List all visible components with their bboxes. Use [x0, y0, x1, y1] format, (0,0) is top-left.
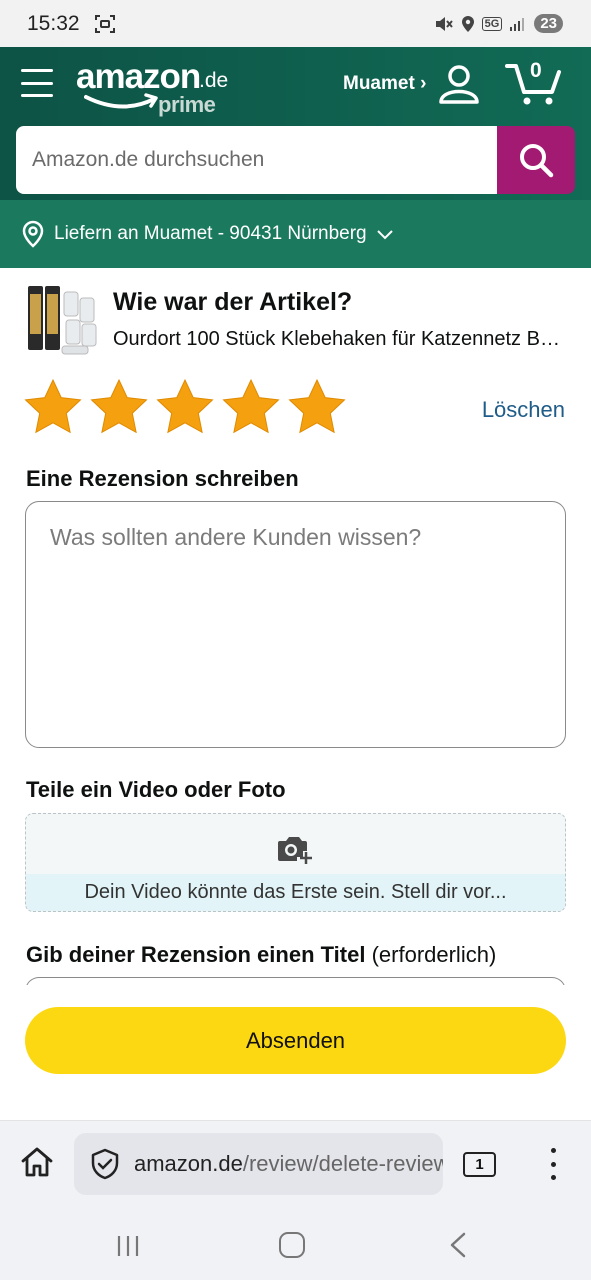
screenshot-icon: [94, 14, 115, 33]
review-placeholder: Was sollten andere Kunden wissen?: [50, 524, 422, 550]
add-photo-icon: [278, 837, 312, 864]
recent-apps-icon[interactable]: [116, 1234, 140, 1258]
status-time: 15:32: [27, 11, 80, 35]
clear-rating-link[interactable]: Löschen: [482, 397, 565, 423]
logo-tld: .de: [199, 69, 229, 92]
review-heading: Eine Rezension schreiben: [26, 466, 299, 491]
review-textarea[interactable]: Was sollten andere Kunden wissen?: [25, 501, 566, 748]
system-nav-bar: [0, 1210, 591, 1280]
site-header: amazon .de prime Muamet › 0: [0, 47, 591, 200]
chevron-down-icon: [376, 230, 393, 240]
account-label: Muamet ›: [343, 73, 427, 94]
title-required-note: (erforderlich): [371, 942, 497, 967]
more-options-icon[interactable]: [545, 1148, 561, 1180]
media-upload-area[interactable]: Dein Video könnte das Erste sein. Stell …: [25, 813, 566, 912]
title-heading-text: Gib deiner Rezension einen Titel: [26, 942, 366, 967]
delivery-text: Liefern an Muamet - 90431 Nürnberg: [54, 223, 367, 244]
url-text: amazon.de/review/delete-review: [134, 1151, 443, 1177]
cart-button[interactable]: 0: [505, 59, 565, 106]
battery-level: 23: [534, 14, 563, 33]
review-question: Wie war der Artikel?: [113, 288, 353, 316]
star-rating: [24, 378, 346, 436]
star-4-icon[interactable]: [222, 378, 280, 436]
account-link[interactable]: Muamet ›: [343, 73, 426, 95]
product-image: [28, 286, 97, 355]
search-button[interactable]: [497, 126, 575, 194]
cart-count: 0: [530, 59, 542, 82]
media-heading: Teile ein Video oder Foto: [26, 777, 286, 802]
url-path: /review/delete-review: [242, 1151, 443, 1176]
title-heading: Gib deiner Rezension einen Titel (erford…: [26, 942, 496, 968]
product-summary: Wie war der Artikel? Ourdort 100 Stück K…: [0, 268, 591, 368]
logo-word: amazon: [76, 57, 201, 96]
star-1-icon[interactable]: [24, 378, 82, 436]
page: 15:32 5G 23 amazon .de prime Muamet › 0: [0, 0, 591, 1280]
address-bar[interactable]: amazon.de/review/delete-review: [74, 1133, 443, 1195]
shield-check-icon: [91, 1148, 119, 1180]
search-icon: [520, 144, 554, 178]
location-pin-icon: [22, 220, 44, 248]
home-icon[interactable]: [20, 1146, 54, 1178]
star-3-icon[interactable]: [156, 378, 214, 436]
search-bar: [16, 126, 575, 194]
star-2-icon[interactable]: [90, 378, 148, 436]
submit-button[interactable]: Absenden: [25, 1007, 566, 1074]
smile-icon: [84, 93, 158, 109]
back-icon[interactable]: [448, 1232, 468, 1258]
mute-icon: [435, 16, 453, 31]
menu-icon[interactable]: [21, 69, 53, 97]
delivery-location[interactable]: Liefern an Muamet - 90431 Nürnberg: [0, 200, 591, 268]
tabs-button[interactable]: 1: [463, 1152, 496, 1177]
search-input[interactable]: [16, 126, 497, 194]
network-type: 5G: [481, 16, 503, 31]
signal-icon: [510, 17, 525, 31]
status-bar: 15:32 5G 23: [0, 0, 591, 47]
star-5-icon[interactable]: [288, 378, 346, 436]
home-nav-icon[interactable]: [279, 1232, 305, 1258]
product-name: Ourdort 100 Stück Klebehaken für Katzenn…: [113, 328, 568, 350]
logo-prime: prime: [158, 92, 216, 117]
media-hint: Dein Video könnte das Erste sein. Stell …: [26, 874, 565, 911]
user-icon[interactable]: [438, 64, 480, 104]
location-icon: [461, 15, 474, 32]
amazon-logo[interactable]: amazon .de prime: [76, 57, 236, 117]
browser-toolbar: amazon.de/review/delete-review 1: [0, 1120, 591, 1210]
url-domain: amazon.de: [134, 1151, 243, 1176]
